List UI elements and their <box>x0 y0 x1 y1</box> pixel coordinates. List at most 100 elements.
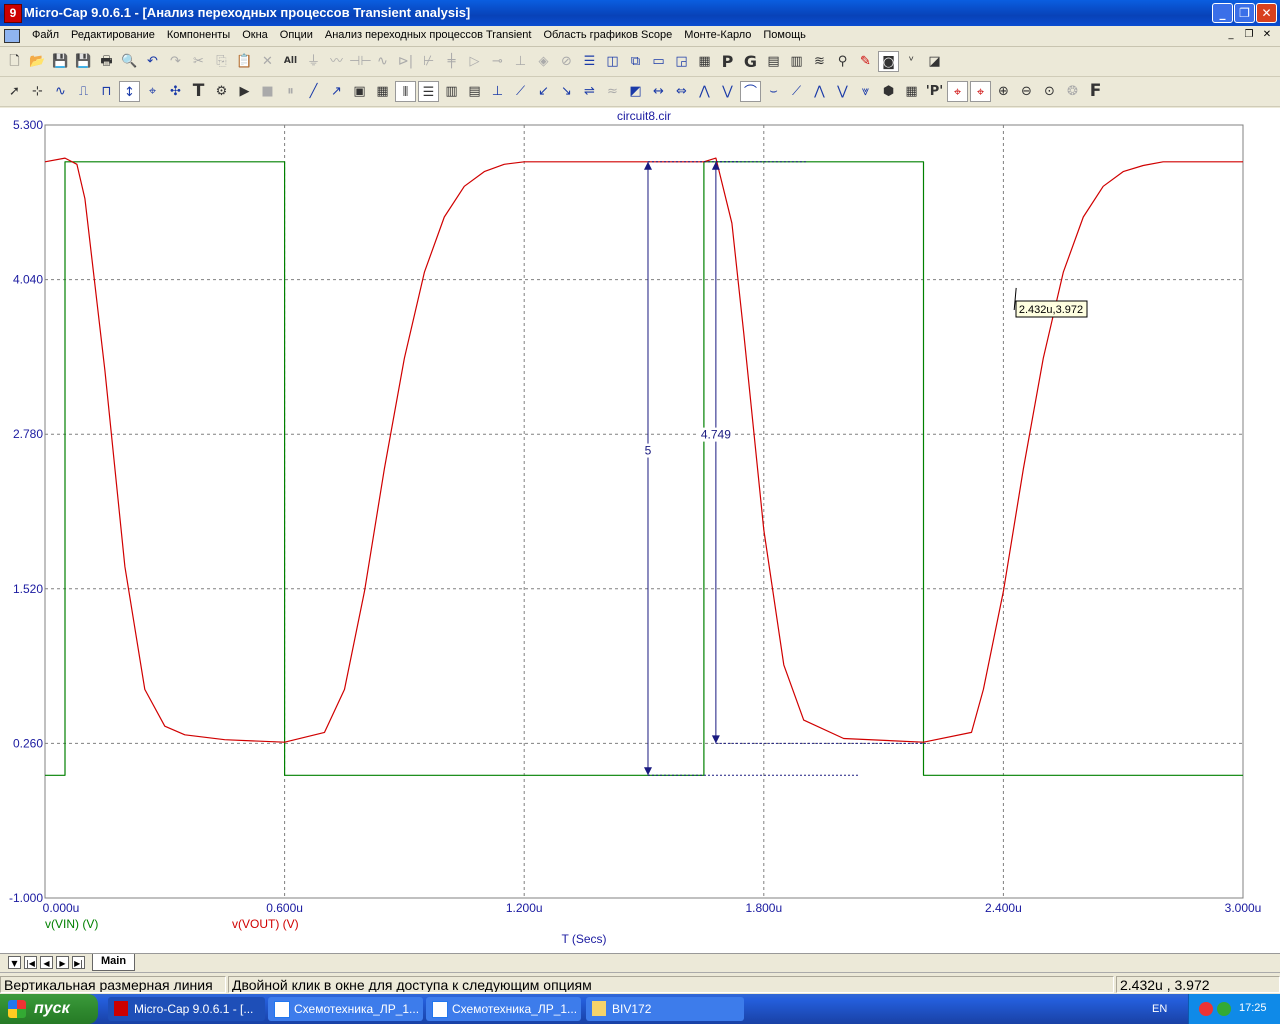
menu-item-6[interactable]: Область графиков Scope <box>537 29 678 41</box>
resistor-icon[interactable]: 〰 <box>326 51 347 72</box>
cascade-icon[interactable]: ⧉ <box>625 51 646 72</box>
menu-item-1[interactable]: Редактирование <box>65 29 161 41</box>
close-button[interactable]: ✕ <box>1256 3 1277 23</box>
menu-item-2[interactable]: Компоненты <box>161 29 236 41</box>
scope-icon[interactable]: ◙ <box>878 51 899 72</box>
tab-main[interactable]: Main <box>92 954 136 971</box>
tab-scroll-end-button[interactable]: ▶| <box>72 956 85 969</box>
start-button[interactable]: пуск <box>0 994 98 1024</box>
point-tag-icon[interactable]: ✣ <box>165 81 186 102</box>
plot-area[interactable]: 5 4.749 2.432u,3.972 0.000u 0.600u 1.200u 1.8… <box>0 108 1280 953</box>
zoom-fit-icon[interactable]: ⊙ <box>1039 81 1060 102</box>
scale-icon[interactable]: ◩ <box>625 81 646 102</box>
menu-item-3[interactable]: Окна <box>236 29 274 41</box>
dimension-line-icon[interactable]: ↕ <box>119 81 140 102</box>
save-as-icon[interactable]: 💾 <box>73 51 94 72</box>
zoom-out-icon[interactable]: ⊖ <box>1016 81 1037 102</box>
minimize-button[interactable]: _ <box>1212 3 1233 23</box>
node-icon[interactable]: ◈ <box>533 51 554 72</box>
mdi-restore-button[interactable]: ❐ <box>1242 28 1256 42</box>
menu-item-0[interactable]: Файл <box>26 29 65 41</box>
inductor-icon[interactable]: ∿ <box>372 51 393 72</box>
undo-icon[interactable]: ↶ <box>142 51 163 72</box>
grid-dots-icon[interactable]: ▤ <box>464 81 485 102</box>
global-high-icon[interactable]: ⋀ <box>809 81 830 102</box>
properties-icon[interactable]: ⚙ <box>211 81 232 102</box>
zoom-in-icon[interactable]: ⊕ <box>993 81 1014 102</box>
font-tool-icon[interactable]: F <box>1085 81 1106 102</box>
battery-icon[interactable]: ⊥ <box>510 51 531 72</box>
p-tool-icon[interactable]: 'P' <box>924 81 945 102</box>
mdi-minimize-button[interactable]: _ <box>1224 28 1238 42</box>
cursor-mode-icon[interactable]: ≈ <box>602 81 623 102</box>
waveform-tool-icon[interactable]: ∿ <box>50 81 71 102</box>
capacitor-alt-icon[interactable]: ╪ <box>441 51 462 72</box>
g-icon[interactable]: G <box>740 51 761 72</box>
baseline-icon[interactable]: ⊥ <box>487 81 508 102</box>
cursor-both-icon[interactable]: ⇌ <box>579 81 600 102</box>
table-icon[interactable]: ▤ <box>763 51 784 72</box>
arrow-line-icon[interactable]: ↗ <box>326 81 347 102</box>
high-icon[interactable]: ⌒ <box>740 81 761 102</box>
node-select-icon[interactable]: ⊹ <box>27 81 48 102</box>
calculator-icon[interactable]: ▦ <box>694 51 715 72</box>
tab-scroll-prev-button[interactable]: ◀ <box>40 956 53 969</box>
diode-icon[interactable]: ⊳| <box>395 51 416 72</box>
task-microcap[interactable]: Micro-Cap 9.0.6.1 - [... <box>108 997 265 1021</box>
menu-item-4[interactable]: Опции <box>274 29 319 41</box>
document-icon[interactable] <box>4 29 20 43</box>
waveform-icon[interactable]: ≋ <box>809 51 830 72</box>
ground-icon[interactable]: ⏚ <box>303 51 324 72</box>
probe-icon[interactable]: ⚲ <box>832 51 853 72</box>
tag-tool-icon[interactable]: ⌖ <box>142 81 163 102</box>
grid-horizontal-icon[interactable]: ☰ <box>418 81 439 102</box>
split-vertical-icon[interactable]: ◫ <box>602 51 623 72</box>
tab-scroll-first-button[interactable]: ▼ <box>8 956 21 969</box>
pen-icon[interactable]: ✎ <box>855 51 876 72</box>
stop-icon[interactable]: ■ <box>257 81 278 102</box>
chip-icon[interactable]: ⬢ <box>878 81 899 102</box>
zoom-rect-icon[interactable]: ◪ <box>924 51 945 72</box>
pause-icon[interactable]: ⏸ <box>280 81 301 102</box>
split-horizontal-icon[interactable]: ☰ <box>579 51 600 72</box>
global-low-icon[interactable]: ⋁ <box>832 81 853 102</box>
minor-grid-icon[interactable]: ▥ <box>441 81 462 102</box>
cursor-left-icon[interactable]: ↙ <box>533 81 554 102</box>
restore-button[interactable]: ❐ <box>1234 3 1255 23</box>
mdi-close-button[interactable]: ✕ <box>1260 28 1274 42</box>
transistor-icon[interactable]: ⊬ <box>418 51 439 72</box>
valley-icon[interactable]: ⋁ <box>717 81 738 102</box>
capacitor-icon[interactable]: ⊣⊢ <box>349 51 372 72</box>
new-file-icon[interactable]: 🗋 <box>4 51 25 72</box>
tab-scroll-next-button[interactable]: ▶ <box>56 956 69 969</box>
peak-icon[interactable]: ⋀ <box>694 81 715 102</box>
next-point-icon[interactable]: ↔ <box>648 81 669 102</box>
menu-item-8[interactable]: Помощь <box>757 29 812 41</box>
network-icon[interactable] <box>1217 1002 1231 1016</box>
slope-icon[interactable]: ⟋ <box>510 81 531 102</box>
color-icon[interactable]: ❂ <box>1062 81 1083 102</box>
task-folder[interactable]: BIV172 <box>586 997 744 1021</box>
save-icon[interactable]: 💾 <box>50 51 71 72</box>
run-icon[interactable]: ▶ <box>234 81 255 102</box>
grid-settings-icon[interactable]: ▥ <box>786 51 807 72</box>
measure-tool-icon[interactable]: ⊓ <box>96 81 117 102</box>
low-icon[interactable]: ⌣ <box>763 81 784 102</box>
p-icon[interactable]: P <box>717 51 738 72</box>
text-tool-icon[interactable]: T <box>188 81 209 102</box>
switch-icon[interactable]: ⊸ <box>487 51 508 72</box>
alert-icon[interactable] <box>1199 1002 1213 1016</box>
grid-tool-icon[interactable]: ▦ <box>372 81 393 102</box>
language-indicator[interactable]: EN <box>1152 1003 1167 1015</box>
open-icon[interactable]: 📂 <box>27 51 48 72</box>
menu-item-5[interactable]: Анализ переходных процессов Transient <box>319 29 538 41</box>
task-word-2[interactable]: Схемотехника_ЛР_1... <box>426 997 581 1021</box>
print-icon[interactable]: 🖶 <box>96 51 117 72</box>
inflection-icon[interactable]: ⟋ <box>786 81 807 102</box>
select-all-icon[interactable]: All <box>280 51 301 72</box>
tracker-icon[interactable]: ⌖ <box>947 81 968 102</box>
app-icon[interactable]: 9 <box>4 4 22 23</box>
prev-point-icon[interactable]: ⇔ <box>671 81 692 102</box>
maximize-window-icon[interactable]: ▭ <box>648 51 669 72</box>
cursor-right-icon[interactable]: ↘ <box>556 81 577 102</box>
